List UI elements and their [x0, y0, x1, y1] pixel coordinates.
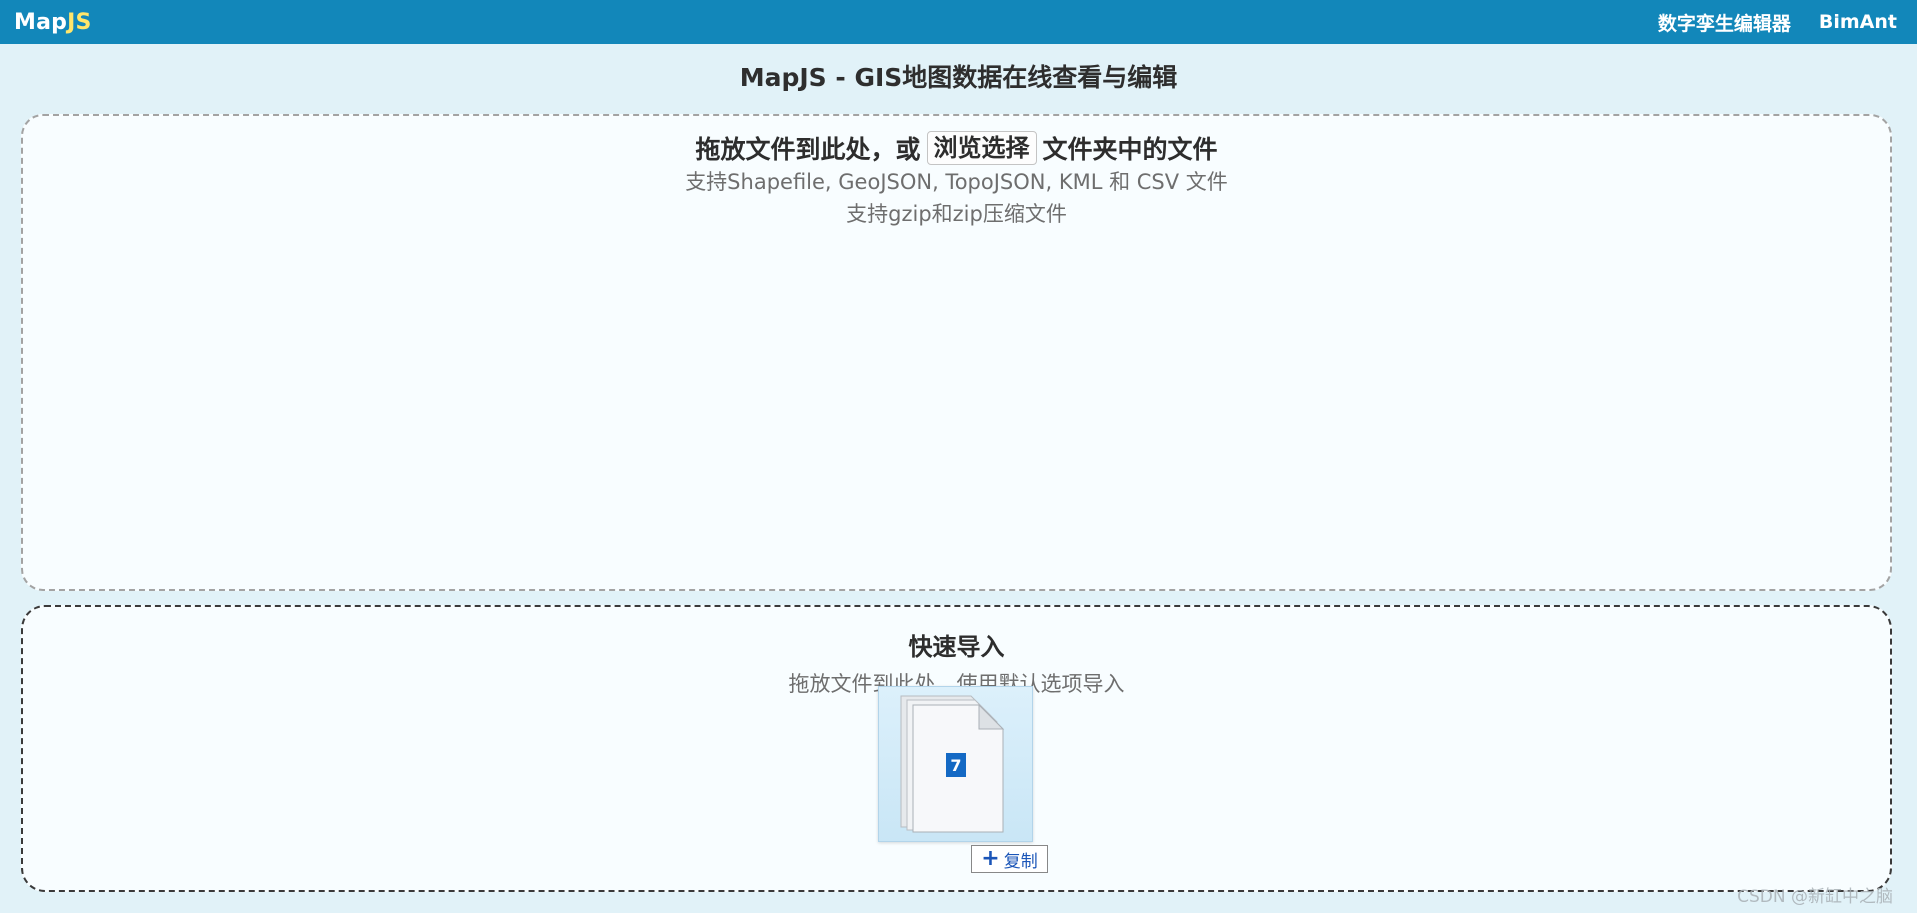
- nav-link-bimant[interactable]: BimAnt: [1819, 11, 1897, 33]
- brand-logo[interactable]: MapJS: [14, 10, 92, 35]
- browse-button[interactable]: 浏览选择: [926, 131, 1037, 165]
- drag-ghost-preview: 7: [878, 686, 1033, 842]
- brand-text-map: Map: [14, 9, 68, 35]
- supported-formats-text: 支持Shapefile, GeoJSON, TopoJSON, KML 和 CS…: [685, 170, 1228, 194]
- copy-drop-effect-badge: + 复制: [971, 845, 1048, 873]
- brand-text-js: JS: [67, 9, 92, 35]
- quick-import-title: 快速导入: [908, 633, 1005, 661]
- watermark: CSDN @新缸中之脑: [1737, 887, 1893, 907]
- nav-link-digital-twin-editor[interactable]: 数字孪生编辑器: [1658, 9, 1791, 36]
- dropzone-title-prefix: 拖放文件到此处，或: [695, 135, 921, 164]
- top-navbar: MapJS 数字孪生编辑器 BimAnt: [0, 0, 1917, 44]
- nav-links: 数字孪生编辑器 BimAnt: [1658, 9, 1897, 36]
- copy-label: 复制: [1003, 851, 1038, 872]
- page-title: MapJS - GIS地图数据在线查看与编辑: [739, 63, 1178, 92]
- dropzone-title-suffix: 文件夹中的文件: [1042, 135, 1218, 164]
- plus-icon: +: [981, 846, 1000, 871]
- file-dropzone[interactable]: 拖放文件到此处，或 浏览选择 文件夹中的文件 支持Shapefile, GeoJ…: [21, 114, 1892, 591]
- dropzone-title: 拖放文件到此处，或 浏览选择 文件夹中的文件: [23, 130, 1890, 166]
- file-stack-icon: 7: [900, 695, 1005, 833]
- file-count-badge: 7: [950, 756, 961, 775]
- compression-support-text: 支持gzip和zip压缩文件: [846, 202, 1067, 226]
